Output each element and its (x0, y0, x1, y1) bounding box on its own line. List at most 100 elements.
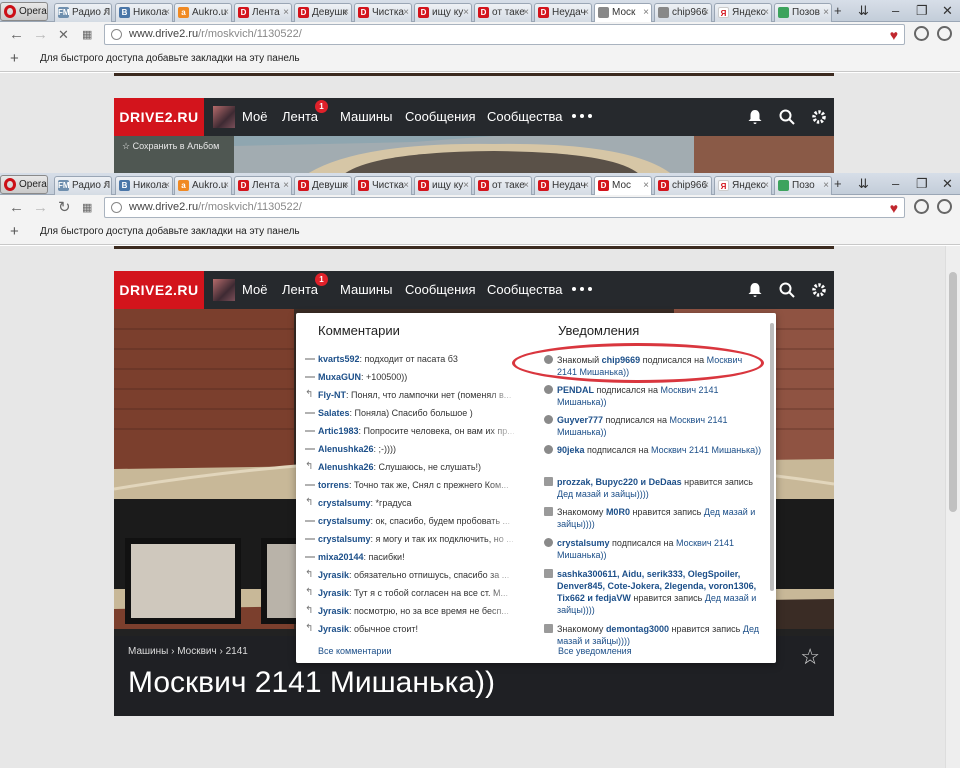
save-to-album-link[interactable]: ☆ Сохранить в Альбом (122, 141, 219, 152)
browser-tab[interactable]: D Лента × (234, 176, 292, 195)
nav-cars[interactable]: Машины (340, 271, 392, 309)
notification-item[interactable]: Знакомому demontag3000 нравится запись Д… (544, 623, 764, 647)
comment-item[interactable]: Artic1983: Попросите человека, он вам их… (303, 422, 518, 440)
notification-item[interactable]: sashka300611, Aidu, serik333, OlegSpoile… (544, 568, 764, 616)
avatar[interactable] (213, 106, 235, 128)
tab-close-icon[interactable]: × (283, 177, 289, 194)
nav-feed[interactable]: Лента (282, 271, 318, 309)
comment-item[interactable]: ↰ Fly-NT: Понял, что лампочки нет (поменя… (303, 386, 518, 404)
tab-close-icon[interactable]: × (463, 4, 469, 21)
tab-close-icon[interactable]: × (103, 177, 109, 194)
browser-tab[interactable]: a Aukro.u × (174, 3, 232, 22)
tab-list-icon[interactable]: ⇊ (858, 176, 869, 192)
forward-icon[interactable]: → (33, 25, 48, 45)
browser-tab[interactable]: D Неудач × (534, 3, 592, 22)
browser-tab[interactable]: Позо × (774, 176, 832, 195)
comment-user[interactable]: MuxaGUN (318, 372, 361, 382)
tab-close-icon[interactable]: × (763, 177, 769, 194)
notification-user[interactable]: crystalsumy (557, 538, 610, 548)
comment-user[interactable]: Jyrasik (318, 606, 349, 616)
browser-tab[interactable]: Dищу ку × (414, 176, 472, 195)
address-bar[interactable]: www.drive2.ru/r/moskvich/1130522/ ♥ (104, 197, 905, 218)
tab-close-icon[interactable]: × (223, 177, 229, 194)
comment-user[interactable]: Alenushka26 (318, 444, 374, 454)
browser-tab[interactable]: B Никола × (115, 3, 173, 22)
tab-close-icon[interactable]: × (823, 177, 829, 194)
browser-tab[interactable]: a Aukro.u × (174, 176, 232, 195)
restore-icon[interactable]: ❐ (916, 176, 928, 192)
browser-tab[interactable]: Я Яндекс × (714, 176, 772, 195)
notification-item[interactable]: Guyver777 подписался на Москвич 2141 Миш… (544, 414, 764, 438)
download-icon[interactable] (914, 26, 929, 41)
comment-item[interactable]: ↰ crystalsumy: *градуса (303, 494, 518, 512)
browser-tab[interactable]: D Неудач × (534, 176, 592, 195)
comment-user[interactable]: crystalsumy (318, 498, 371, 508)
tab-close-icon[interactable]: × (763, 4, 769, 21)
back-icon[interactable]: ← (9, 25, 24, 45)
comment-item[interactable]: ↰ Alenushka26: Слушаюсь, не слушать!) (303, 458, 518, 476)
comment-item[interactable]: crystalsumy: я могу и так их подключить,… (303, 530, 518, 548)
comment-user[interactable]: Fly-NT (318, 390, 346, 400)
browser-tab[interactable]: FM Радио Л × (54, 3, 112, 22)
comment-item[interactable]: ↰ Jyrasik: Тут я с тобой согласен на все … (303, 584, 518, 602)
nav-mine[interactable]: Моё (242, 98, 267, 136)
tab-close-icon[interactable]: × (164, 177, 170, 194)
notification-item[interactable]: 90jeka подписался на Москвич 2141 Мишань… (544, 444, 764, 456)
forward-icon[interactable]: → (33, 198, 48, 218)
comment-user[interactable]: mixa20144 (318, 552, 364, 562)
tab-close-icon[interactable]: × (223, 4, 229, 21)
address-bar[interactable]: www.drive2.ru/r/moskvich/1130522/ ♥ (104, 24, 905, 45)
restore-icon[interactable]: ❐ (916, 3, 928, 19)
browser-tab[interactable]: D Чистка × (354, 176, 412, 195)
nav-messages[interactable]: Сообщения (405, 271, 476, 309)
tab-close-icon[interactable]: × (643, 4, 649, 21)
browser-tab[interactable]: Позов × (774, 3, 832, 22)
comment-item[interactable]: MuxaGUN: +100500)) (303, 368, 518, 386)
comment-item[interactable]: torrens: Точно так же, Снял с прежнего К… (303, 476, 518, 494)
bell-icon[interactable] (746, 281, 764, 299)
comment-user[interactable]: Artic1983 (318, 426, 359, 436)
account-icon[interactable] (937, 26, 952, 41)
browser-tab[interactable]: D Чистка × (354, 3, 412, 22)
gear-icon[interactable] (810, 281, 828, 299)
tab-close-icon[interactable]: × (103, 4, 109, 21)
nav-messages[interactable]: Сообщения (405, 98, 476, 136)
star-icon[interactable]: ☆ (800, 644, 820, 670)
browser-tab[interactable]: FM Радио Л × (54, 176, 112, 195)
notification-item[interactable]: PENDAL подписался на Москвич 2141 Мишань… (544, 384, 764, 408)
add-bookmark-icon[interactable]: + (10, 223, 19, 240)
browser-tab[interactable]: Dот таке × (474, 176, 532, 195)
browser-tab[interactable]: Dchip966 × (654, 176, 712, 195)
tab-close-icon[interactable]: × (343, 4, 349, 21)
notification-user[interactable]: Guyver777 (557, 415, 603, 425)
nav-communities[interactable]: Сообщества (487, 98, 563, 136)
browser-tab[interactable]: Я Яндекс × (714, 3, 772, 22)
all-notifications-link[interactable]: Все уведомления (558, 646, 632, 656)
nav-feed[interactable]: Лента (282, 98, 318, 136)
tab-close-icon[interactable]: × (583, 4, 589, 21)
breadcrumb[interactable]: Машины › Москвич › 2141 (128, 646, 248, 657)
comment-user[interactable]: Jyrasik (318, 588, 349, 598)
opera-menu-button[interactable]: Opera (0, 2, 48, 21)
comment-user[interactable]: torrens (318, 480, 349, 490)
page-scrollbar[interactable] (945, 246, 960, 768)
search-icon[interactable] (778, 108, 796, 126)
dropdown-scrollbar[interactable] (770, 323, 774, 591)
minimize-icon[interactable]: – (892, 3, 899, 19)
add-bookmark-icon[interactable]: + (10, 50, 19, 67)
notification-link[interactable]: Москвич 2141 Мишанька)) (651, 445, 761, 455)
reload-icon[interactable]: ↻ (58, 198, 71, 218)
gear-icon[interactable] (810, 108, 828, 126)
browser-tab[interactable]: D Мос × (594, 176, 652, 195)
speed-dial-icon[interactable]: ▦ (82, 25, 92, 45)
account-icon[interactable] (937, 199, 952, 214)
comment-item[interactable]: ↰ Jyrasik: обязательно отпишусь, спасибо … (303, 566, 518, 584)
more-icon[interactable] (572, 114, 596, 119)
new-tab-icon[interactable]: + (834, 3, 842, 19)
all-comments-link[interactable]: Все комментарии (318, 646, 392, 656)
comment-item[interactable]: Salates: Поняла) Спасибо большое ) (303, 404, 518, 422)
comment-user[interactable]: Jyrasik (318, 570, 349, 580)
comment-user[interactable]: crystalsumy (318, 534, 371, 544)
nav-communities[interactable]: Сообщества (487, 271, 563, 309)
notification-item[interactable]: Знакомому M0R0 нравится запись Дед мазай… (544, 506, 764, 530)
